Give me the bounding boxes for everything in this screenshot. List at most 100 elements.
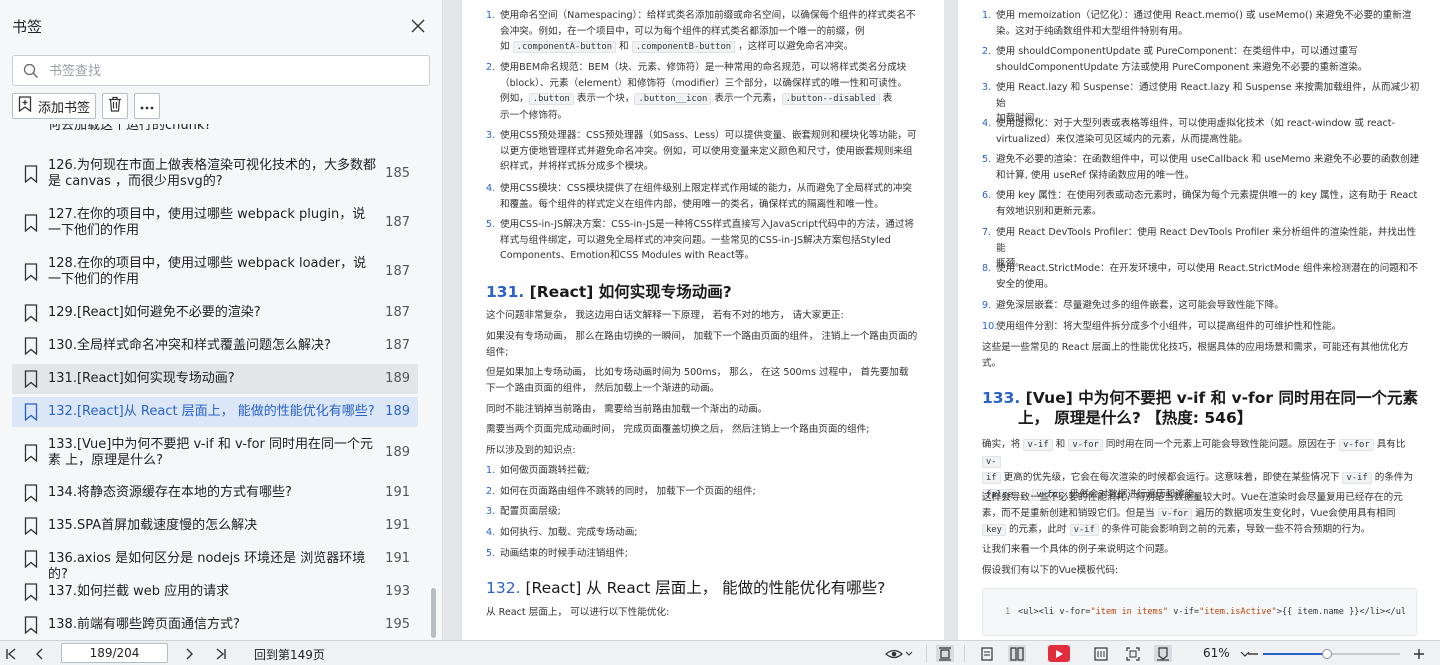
heading-number: 131. xyxy=(486,283,525,301)
heading-number: 132. xyxy=(486,579,521,597)
code-token: <ul><li v-for= xyxy=(1018,607,1091,617)
inline-code: .button__icon xyxy=(634,93,712,106)
list-number: 4. xyxy=(486,183,496,194)
two-page-icon[interactable] xyxy=(1008,645,1026,662)
more-options-button[interactable] xyxy=(134,93,161,119)
next-page-icon[interactable] xyxy=(180,645,198,662)
list-number: 10. xyxy=(982,321,998,332)
text-span: 的条件为 xyxy=(1371,472,1414,484)
continuous-scroll-icon[interactable] xyxy=(936,645,954,662)
text-line: 使用CSS-in-JS解决方案：CSS-in-JS是一种将CSS样式直接写入Ja… xyxy=(500,219,915,230)
list-number: 2. xyxy=(486,62,496,73)
fit-width-icon[interactable] xyxy=(1154,645,1172,662)
text-line: 这样会导致一些不必要的性能消耗，特别是当数据量较大时。Vue在渲染时会尽量复用已… xyxy=(982,492,1403,503)
bookmark-page-number: 195 xyxy=(385,617,410,632)
zoom-in-icon[interactable] xyxy=(1410,645,1428,662)
text-line: 如何做页面跳转拦截; xyxy=(500,465,590,476)
sidebar-toolbar: 添加书签 xyxy=(12,93,161,119)
bookmark-search-input[interactable] xyxy=(49,60,419,82)
text-line: 确实，将 v-if 和 v-for 同时用在同一个元素上可能会导致性能问题。原因… xyxy=(982,437,1422,470)
bookmark-icon xyxy=(24,550,38,568)
list-number: 5. xyxy=(486,548,496,559)
text-span: 和 xyxy=(616,41,632,53)
bookmark-icon xyxy=(24,214,38,232)
bookmark-icon xyxy=(24,484,38,502)
text-line: virtualized）来仅渲染可见区域内的元素，从而提高性能。 xyxy=(996,133,1248,145)
bookmark-item[interactable]: 131.[React]如何实现专场动画? 189 xyxy=(12,364,418,394)
bookmark-item[interactable]: 130.全局样式命名冲突和样式覆盖问题怎么解决? 187 xyxy=(12,331,418,361)
list-number: 1. xyxy=(982,10,992,21)
zoom-level[interactable]: 61% xyxy=(1203,646,1230,660)
bookmark-icon xyxy=(24,263,38,281)
bookmark-icon xyxy=(24,517,38,535)
first-page-icon[interactable] xyxy=(2,645,20,662)
bookmark-item[interactable]: 136.axios 是如何区分是 nodejs 环境还是 浏览器环境的? 191 xyxy=(12,544,418,582)
bookmark-item[interactable]: 133.[Vue]中为何不要把 v-if 和 v-for 同时用在同一个元素 上… xyxy=(12,430,418,476)
text-line: 如何执行、加载、完成专场动画; xyxy=(500,527,638,538)
paragraph-block: 让我们来看一个具体的例子来说明这个问题。 xyxy=(982,542,1422,558)
list-number: 4. xyxy=(486,527,496,538)
list-number: 3. xyxy=(486,130,496,141)
add-bookmark-icon xyxy=(18,96,32,116)
list-number: 7. xyxy=(982,227,992,238)
bookmark-icon xyxy=(24,583,38,601)
text-line: 使用 memoization（记忆化）：通过使用 React.memo() 或 … xyxy=(996,10,1412,21)
inline-code: v-for xyxy=(1157,507,1193,520)
close-icon[interactable] xyxy=(408,16,428,36)
text-line: 需要当两个页面完成动画时间， 完成页面覆盖切换之后， 然后注销上一个路由页面的组… xyxy=(486,424,870,435)
section-heading-133: 133. [Vue] 中为何不要把 v-if 和 v-for 同时用在同一个元素… xyxy=(982,388,1418,428)
bookmark-item-partial[interactable]: 何去加载这个运行的chunk? xyxy=(12,124,418,134)
code-string: "item in items" xyxy=(1090,607,1169,617)
bookmark-list[interactable]: 何去加载这个运行的chunk? 126.为何现在市面上做表格渲染可视化技术的，大… xyxy=(12,124,418,640)
bookmark-item[interactable]: 129.[React]如何避免不必要的渲染? 187 xyxy=(12,298,418,328)
delete-bookmark-button[interactable] xyxy=(102,93,129,119)
bookmark-page-number: 187 xyxy=(385,305,410,320)
single-page-icon[interactable] xyxy=(978,645,996,662)
zoom-slider[interactable] xyxy=(1263,649,1400,659)
text-line: 使用 shouldComponentUpdate 或 PureComponent… xyxy=(996,46,1358,57)
bookmark-page-number: 187 xyxy=(385,338,410,353)
code-token: v-if= xyxy=(1168,607,1200,617)
separator xyxy=(964,645,965,662)
paragraph-block: 这些是一些常见的 React 层面上的性能优化技巧，根据具体的应用场景和需求，可… xyxy=(982,340,1422,371)
heading-number: 133. xyxy=(982,389,1021,407)
eye-view-icon[interactable] xyxy=(884,645,914,662)
bookmark-item[interactable]: 126.为何现在市面上做表格渲染可视化技术的，大多数都是 canvas ，而很少… xyxy=(12,151,418,197)
text-line: 织样式，并将样式拆分成多个模块。 xyxy=(500,161,654,173)
back-to-page-link[interactable]: 回到第149页 xyxy=(254,646,325,663)
bookmark-item[interactable]: 137.如何拦截 web 应用的请求 193 xyxy=(12,577,418,607)
bookmark-item[interactable]: 128.在你的项目中，使用过哪些 webpack loader，说一下他们的作用… xyxy=(12,249,418,295)
bookmark-page-number: 187 xyxy=(385,215,410,230)
bookmark-icon xyxy=(24,337,38,355)
page-number-input[interactable] xyxy=(61,643,168,663)
bookmark-item[interactable]: 127.在你的项目中，使用过哪些 webpack plugin，说一下他们的作用… xyxy=(12,200,418,246)
bookmark-label: 何去加载这个运行的chunk? xyxy=(48,124,212,133)
bookmark-label: 133.[Vue]中为何不要把 v-if 和 v-for 同时用在同一个元素 上… xyxy=(48,437,374,468)
paragraph-block: 从 React 层面上， 可以进行以下性能优化: xyxy=(486,605,926,621)
text-line: 如何在页面路由组件不跳转的同时， 加载下一个页面的组件; xyxy=(500,486,756,497)
bookmark-item[interactable]: 138.前端有哪些跨页面通信方式? 195 xyxy=(12,610,418,640)
bookmark-label: 131.[React]如何实现专场动画? xyxy=(48,371,235,386)
text-span: 确实，将 xyxy=(982,439,1024,450)
inline-code: .componentA-button xyxy=(512,41,616,54)
list-number: 5. xyxy=(486,219,496,230)
text-line: 以更方便地管理样式并避免命名冲突。例如，可以使用变量来定义颜色和尺寸，使用嵌套规… xyxy=(500,145,913,157)
inline-code: v-for xyxy=(1068,439,1103,451)
bookmark-item[interactable]: 132.[React]从 React 层面上， 能做的性能优化有哪些? 189 xyxy=(12,397,418,427)
sidebar-scrollbar[interactable] xyxy=(431,588,436,638)
zoom-out-icon[interactable] xyxy=(1244,645,1262,662)
bookmark-page-number: 191 xyxy=(385,518,410,533)
zoom-slider-handle[interactable] xyxy=(1322,649,1333,659)
play-slideshow-icon[interactable] xyxy=(1048,645,1070,662)
bookmark-item[interactable]: 135.SPA首屏加载速度慢的怎么解决 191 xyxy=(12,511,418,541)
bookmark-search-box[interactable] xyxy=(12,55,430,86)
bookmark-item[interactable]: 134.将静态资源缓存在本地的方式有哪些? 191 xyxy=(12,478,418,508)
bookmark-page-number: 191 xyxy=(385,551,410,566)
fit-page-icon[interactable] xyxy=(1124,645,1142,662)
book-mode-icon[interactable] xyxy=(1092,645,1110,662)
bookmark-sidebar: 书签 添加书签 何去加载这个运行的chunk? xyxy=(0,0,443,640)
text-line: 配置页面层级; xyxy=(500,506,561,517)
add-bookmark-button[interactable]: 添加书签 xyxy=(12,93,97,119)
prev-page-icon[interactable] xyxy=(31,645,49,662)
last-page-icon[interactable] xyxy=(212,645,230,662)
